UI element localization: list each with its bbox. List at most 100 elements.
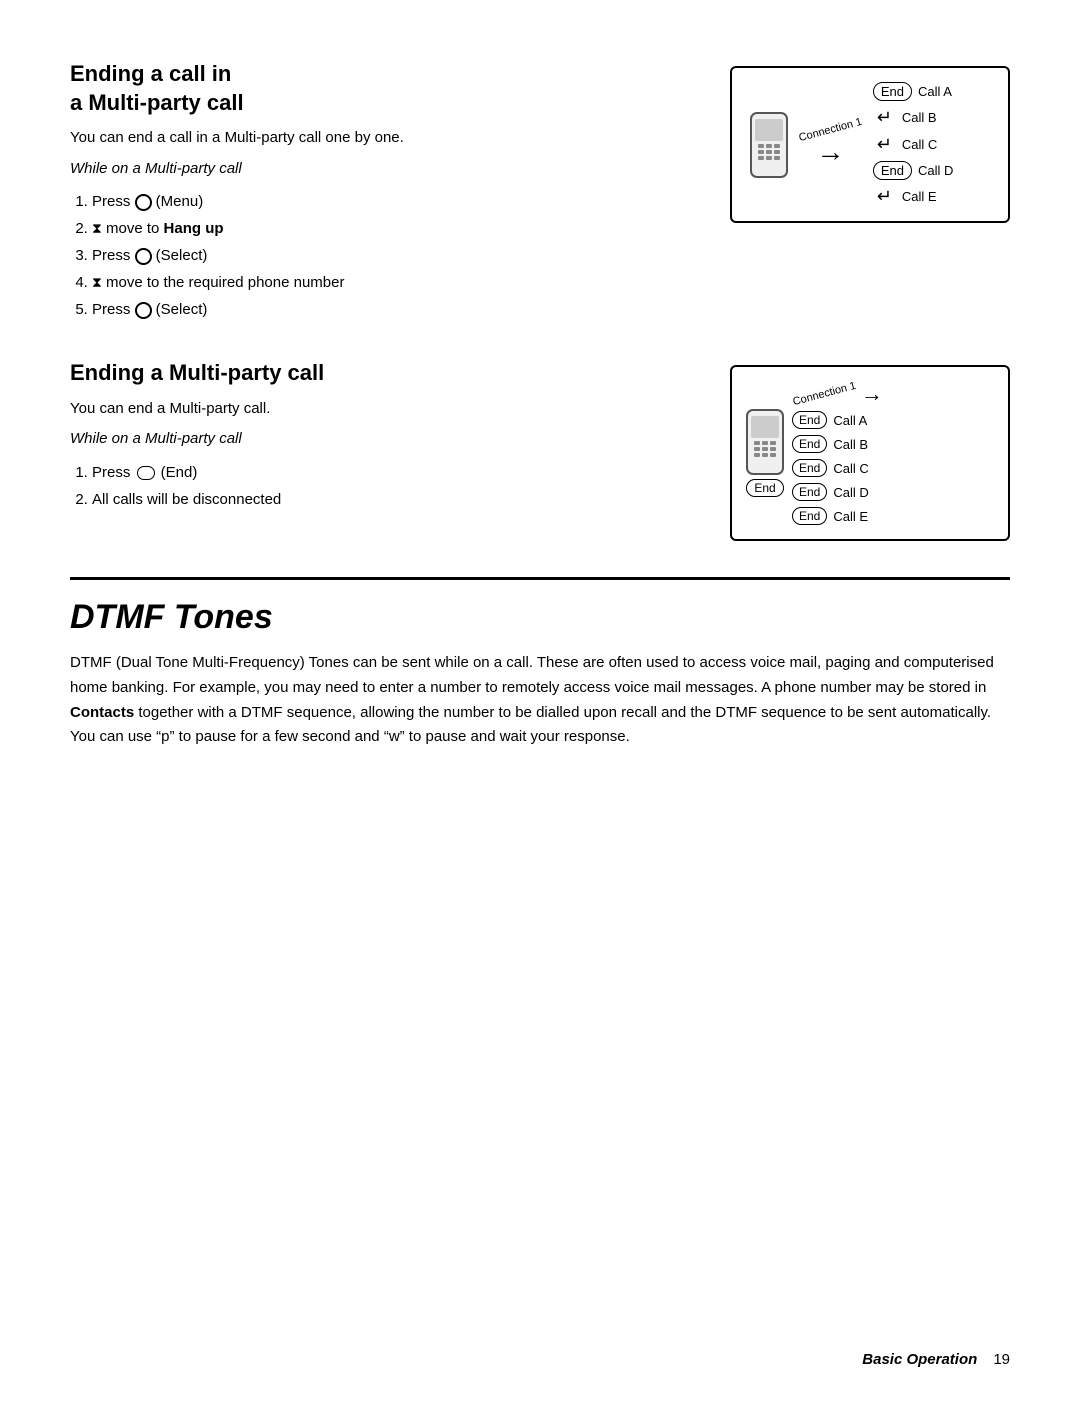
call-a: Call A	[918, 84, 952, 99]
key	[758, 150, 764, 154]
call-c: Call C	[902, 137, 937, 152]
key	[754, 441, 760, 445]
phone-keys1	[758, 144, 780, 160]
select-icon2	[135, 302, 152, 319]
phone-screen1	[755, 119, 783, 141]
dtmf-section: DTMF Tones DTMF (Dual Tone Multi-Frequen…	[70, 577, 1010, 750]
section2-steps: Press (End) All calls will be disconnect…	[92, 459, 700, 513]
dtmf-title: DTMF Tones	[70, 598, 1010, 637]
select-icon	[135, 248, 152, 265]
section1-intro: You can end a call in a Multi-party call…	[70, 127, 700, 150]
call-2e: Call E	[833, 509, 868, 524]
call-row: ↵ Call E	[873, 186, 954, 207]
call-d: Call D	[918, 163, 953, 178]
conn-area1: Connection 1 →	[798, 124, 863, 166]
arrow2: →	[861, 381, 883, 407]
curved-arrow-c: ↵	[877, 134, 892, 155]
arrow1: →	[816, 138, 844, 166]
section-ending-call-multiparty: Ending a call ina Multi-party call You c…	[70, 60, 1010, 323]
key	[766, 150, 772, 154]
step: Press (Select)	[92, 296, 700, 323]
call-2a: Call A	[833, 413, 867, 428]
end-badge-d: End	[873, 161, 912, 180]
phone-area2: End	[746, 409, 784, 497]
step: All calls will be disconnected	[92, 486, 700, 513]
footer-label: Basic Operation	[862, 1351, 977, 1368]
end-badge-a: End	[873, 82, 912, 101]
end-button-icon	[137, 466, 155, 480]
end-badge-2d: End	[792, 483, 827, 501]
key	[766, 144, 772, 148]
footer: Basic Operation 19	[862, 1351, 1010, 1368]
call-row: End Call E	[792, 507, 869, 525]
call-2c: Call C	[833, 461, 868, 476]
diagram2: End Connection 1 → End Call A End Call B…	[730, 365, 1010, 541]
step: Press (Select)	[92, 242, 700, 269]
key	[774, 150, 780, 154]
contacts-bold: Contacts	[70, 704, 134, 721]
call-row: End Call C	[792, 459, 869, 477]
call-e: Call E	[902, 189, 937, 204]
key	[758, 156, 764, 160]
call-row: End Call A	[873, 82, 954, 101]
key	[754, 453, 760, 457]
section1-title: Ending a call ina Multi-party call	[70, 60, 700, 117]
call-row: ↵ Call C	[873, 134, 954, 155]
call-row: End Call D	[792, 483, 869, 501]
section2-intro: You can end a Multi-party call.	[70, 398, 700, 421]
call-row: End Call A	[792, 411, 869, 429]
key	[754, 447, 760, 451]
step: Press (End)	[92, 459, 700, 486]
end-badge-2a: End	[792, 411, 827, 429]
curved-arrow-b: ↵	[877, 107, 892, 128]
key	[758, 144, 764, 148]
end-badge-center: End	[746, 479, 783, 497]
page-number: 19	[993, 1351, 1010, 1368]
key	[762, 447, 768, 451]
menu-icon	[135, 194, 152, 211]
end-badge-2e: End	[792, 507, 827, 525]
section2-while: While on a Multi-party call	[70, 428, 700, 451]
call-row: End Call D	[873, 161, 954, 180]
section1-while: While on a Multi-party call	[70, 158, 700, 181]
connection-label2: Connection 1	[792, 380, 858, 408]
key	[762, 441, 768, 445]
key	[770, 453, 776, 457]
phone-screen2	[751, 416, 779, 438]
call-b: Call B	[902, 110, 937, 125]
key	[770, 447, 776, 451]
diagram1-inner: Connection 1 → End Call A ↵ Call B ↵ Ca	[750, 82, 990, 207]
key	[774, 144, 780, 148]
key	[770, 441, 776, 445]
dtmf-body: DTMF (Dual Tone Multi-Frequency) Tones c…	[70, 651, 1010, 750]
key	[766, 156, 772, 160]
phone-icon1	[750, 112, 788, 178]
key	[762, 453, 768, 457]
key	[774, 156, 780, 160]
conn-label-row: Connection 1 →	[792, 381, 883, 407]
section1-steps: Press (Menu) ⧗ move to Hang up Press (Se…	[92, 188, 700, 323]
call-2d: Call D	[833, 485, 868, 500]
call-2b: Call B	[833, 437, 868, 452]
curved-arrow-e: ↵	[877, 186, 892, 207]
conn-area2: Connection 1 → End Call A End Call B End…	[792, 381, 883, 525]
call-row: ↵ Call B	[873, 107, 954, 128]
section2-title: Ending a Multi-party call	[70, 359, 700, 388]
call-row: End Call B	[792, 435, 869, 453]
nav-symbol2: ⧗	[92, 274, 102, 290]
section1-text: Ending a call ina Multi-party call You c…	[70, 60, 700, 323]
phone-icon2	[746, 409, 784, 475]
end-badge-2b: End	[792, 435, 827, 453]
nav-symbol: ⧗	[92, 220, 102, 236]
step: ⧗ move to the required phone number	[92, 269, 700, 296]
section-ending-multiparty: Ending a Multi-party call You can end a …	[70, 359, 1010, 541]
calls-column2: End Call A End Call B End Call C End Cal…	[792, 411, 869, 525]
step: Press (Menu)	[92, 188, 700, 215]
end-badge-2c: End	[792, 459, 827, 477]
calls-column1: End Call A ↵ Call B ↵ Call C End Call D	[873, 82, 954, 207]
step: ⧗ move to Hang up	[92, 215, 700, 242]
section2-text: Ending a Multi-party call You can end a …	[70, 359, 700, 541]
phone-area1	[750, 112, 788, 178]
phone-keys2	[754, 441, 776, 457]
diagram1: Connection 1 → End Call A ↵ Call B ↵ Ca	[730, 66, 1010, 223]
